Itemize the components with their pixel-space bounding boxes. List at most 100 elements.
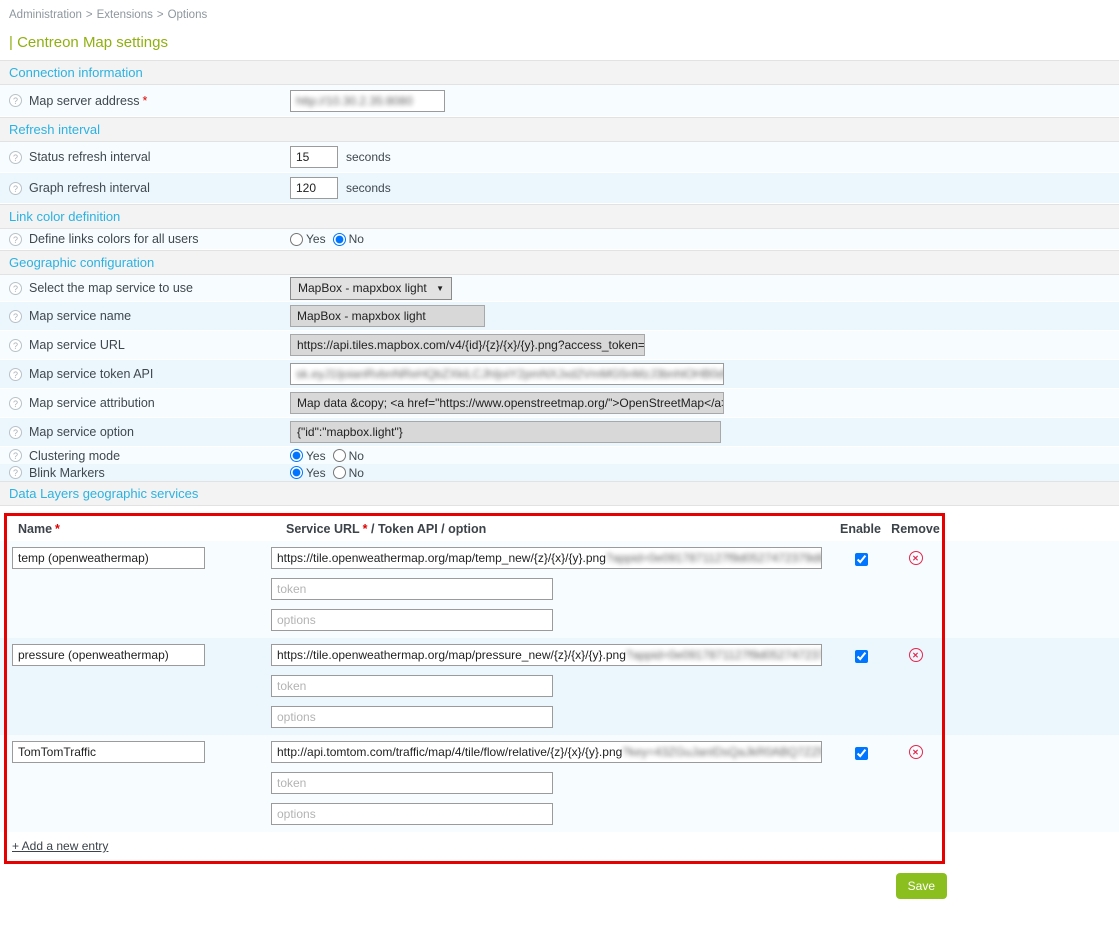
layer-enable-checkbox[interactable] bbox=[855, 747, 868, 760]
layer-token-input[interactable] bbox=[271, 578, 553, 600]
remove-icon[interactable]: ✕ bbox=[909, 551, 923, 565]
help-icon[interactable]: ? bbox=[9, 94, 22, 107]
layer-service-url-input[interactable]: https://tile.openweathermap.org/map/temp… bbox=[271, 547, 822, 569]
map-service-attribution-field: Map data &copy; <a href="https://www.ope… bbox=[290, 392, 724, 414]
breadcrumb-separator: > bbox=[86, 9, 93, 21]
help-icon[interactable]: ? bbox=[9, 397, 22, 410]
blink-markers-label: Blink Markers bbox=[29, 466, 105, 480]
breadcrumb-extensions[interactable]: Extensions bbox=[97, 9, 153, 21]
help-icon[interactable]: ? bbox=[9, 339, 22, 352]
clustering-yes-radio[interactable] bbox=[290, 449, 303, 462]
section-geographic-configuration: Geographic configuration bbox=[0, 250, 1119, 275]
section-link-color-definition: Link color definition bbox=[0, 204, 1119, 229]
map-service-select-value: MapBox - mapxbox light bbox=[298, 281, 427, 295]
row-define-links-colors: ? Define links colors for all users Yes … bbox=[0, 229, 1119, 250]
layer-name-input[interactable] bbox=[12, 741, 205, 763]
map-server-address-label: Map server address bbox=[29, 94, 139, 108]
blink-no-radio[interactable] bbox=[333, 466, 346, 479]
layer-row-tomtom: http://api.tomtom.com/traffic/map/4/tile… bbox=[0, 735, 1119, 832]
map-service-url-label: Map service URL bbox=[29, 338, 125, 352]
graph-refresh-label: Graph refresh interval bbox=[29, 181, 150, 195]
help-icon[interactable]: ? bbox=[9, 449, 22, 462]
row-graph-refresh-interval: ? Graph refresh interval seconds bbox=[0, 173, 1119, 204]
map-service-name-field: MapBox - mapxbox light bbox=[290, 305, 485, 327]
layer-name-input[interactable] bbox=[12, 644, 205, 666]
no-label: No bbox=[349, 449, 364, 463]
breadcrumb-administration[interactable]: Administration bbox=[9, 9, 82, 21]
help-icon[interactable]: ? bbox=[9, 151, 22, 164]
map-service-token-label: Map service token API bbox=[29, 367, 153, 381]
define-links-yes-radio[interactable] bbox=[290, 233, 303, 246]
layer-service-url-input[interactable]: https://tile.openweathermap.org/map/pres… bbox=[271, 644, 822, 666]
status-refresh-input[interactable] bbox=[290, 146, 338, 168]
layer-service-url-value: http://api.tomtom.com/traffic/map/4/tile… bbox=[277, 745, 622, 759]
section-data-layers: Data Layers geographic services bbox=[0, 481, 1119, 506]
section-connection-information: Connection information bbox=[0, 60, 1119, 85]
graph-refresh-unit: seconds bbox=[346, 181, 391, 195]
save-area: Save bbox=[0, 873, 1119, 899]
help-icon[interactable]: ? bbox=[9, 282, 22, 295]
map-server-address-value: http://10.30.2.35:8080 bbox=[296, 94, 413, 108]
map-service-url-field: https://api.tiles.mapbox.com/v4/{id}/{z}… bbox=[290, 334, 645, 356]
map-service-select[interactable]: MapBox - mapxbox light ▼ bbox=[290, 277, 452, 300]
map-service-attribution-label: Map service attribution bbox=[29, 396, 155, 410]
clustering-no-radio[interactable] bbox=[333, 449, 346, 462]
row-status-refresh-interval: ? Status refresh interval seconds bbox=[0, 142, 1119, 173]
layer-options-input[interactable] bbox=[271, 803, 553, 825]
column-service-label-suffix: / Token API / option bbox=[368, 522, 487, 536]
clustering-mode-label: Clustering mode bbox=[29, 449, 120, 463]
remove-icon[interactable]: ✕ bbox=[909, 648, 923, 662]
add-new-entry-link[interactable]: + Add a new entry bbox=[12, 839, 108, 853]
define-links-no-radio[interactable] bbox=[333, 233, 346, 246]
required-marker: * bbox=[142, 94, 147, 108]
map-server-address-input[interactable]: http://10.30.2.35:8080 bbox=[290, 90, 445, 112]
layer-service-url-input[interactable]: http://api.tomtom.com/traffic/map/4/tile… bbox=[271, 741, 822, 763]
layer-service-url-value: https://tile.openweathermap.org/map/pres… bbox=[277, 648, 626, 662]
breadcrumb-options[interactable]: Options bbox=[168, 9, 208, 21]
help-icon[interactable]: ? bbox=[9, 182, 22, 195]
column-name-label: Name bbox=[18, 522, 52, 536]
layer-enable-checkbox[interactable] bbox=[855, 553, 868, 566]
row-map-service-option: ? Map service option {"id":"mapbox.light… bbox=[0, 418, 1119, 447]
column-remove-label: Remove bbox=[888, 522, 943, 536]
row-map-service-url: ? Map service URL https://api.tiles.mapb… bbox=[0, 331, 1119, 360]
graph-refresh-input[interactable] bbox=[290, 177, 338, 199]
map-service-option-label: Map service option bbox=[29, 425, 134, 439]
layer-service-url-key: ?key=43ZGuJanIDsQaJkR0ABQ7ZZF-GRuTY bbox=[622, 745, 822, 759]
row-map-service-attribution: ? Map service attribution Map data &copy… bbox=[0, 389, 1119, 418]
define-links-colors-label: Define links colors for all users bbox=[29, 232, 199, 246]
yes-label: Yes bbox=[306, 449, 326, 463]
map-service-select-label: Select the map service to use bbox=[29, 281, 193, 295]
layer-token-input[interactable] bbox=[271, 675, 553, 697]
status-refresh-label: Status refresh interval bbox=[29, 150, 151, 164]
section-refresh-interval: Refresh interval bbox=[0, 117, 1119, 142]
breadcrumb: Administration > Extensions > Options bbox=[0, 0, 1119, 21]
help-icon[interactable]: ? bbox=[9, 233, 22, 246]
yes-label: Yes bbox=[306, 232, 326, 246]
blink-yes-radio[interactable] bbox=[290, 466, 303, 479]
breadcrumb-separator: > bbox=[157, 9, 164, 21]
help-icon[interactable]: ? bbox=[9, 368, 22, 381]
help-icon[interactable]: ? bbox=[9, 310, 22, 323]
column-service-label: Service URL bbox=[286, 522, 360, 536]
data-layers-table: Name* Service URL* / Token API / option … bbox=[0, 513, 1119, 864]
help-icon[interactable]: ? bbox=[9, 466, 22, 479]
column-enable-label: Enable bbox=[833, 522, 888, 536]
layer-token-input[interactable] bbox=[271, 772, 553, 794]
define-links-colors-radio-group: Yes No bbox=[290, 232, 371, 246]
chevron-down-icon: ▼ bbox=[436, 284, 444, 293]
layer-options-input[interactable] bbox=[271, 706, 553, 728]
yes-label: Yes bbox=[306, 466, 326, 480]
save-button[interactable]: Save bbox=[896, 873, 947, 899]
remove-icon[interactable]: ✕ bbox=[909, 745, 923, 759]
layer-name-input[interactable] bbox=[12, 547, 205, 569]
map-service-token-input[interactable]: sk.eyJ1IjoianRvbnNReHQbZXkiLCJhIjoiY2pmN… bbox=[290, 363, 724, 385]
help-icon[interactable]: ? bbox=[9, 426, 22, 439]
row-map-service-token: ? Map service token API sk.eyJ1IjoianRvb… bbox=[0, 360, 1119, 389]
row-map-service-name: ? Map service name MapBox - mapxbox ligh… bbox=[0, 302, 1119, 331]
status-refresh-unit: seconds bbox=[346, 150, 391, 164]
blink-markers-radio-group: Yes No bbox=[290, 466, 371, 480]
layer-enable-checkbox[interactable] bbox=[855, 650, 868, 663]
map-service-token-value: sk.eyJ1IjoianRvbnNReHQbZXkiLCJhIjoiY2pmN… bbox=[296, 367, 724, 381]
layer-options-input[interactable] bbox=[271, 609, 553, 631]
